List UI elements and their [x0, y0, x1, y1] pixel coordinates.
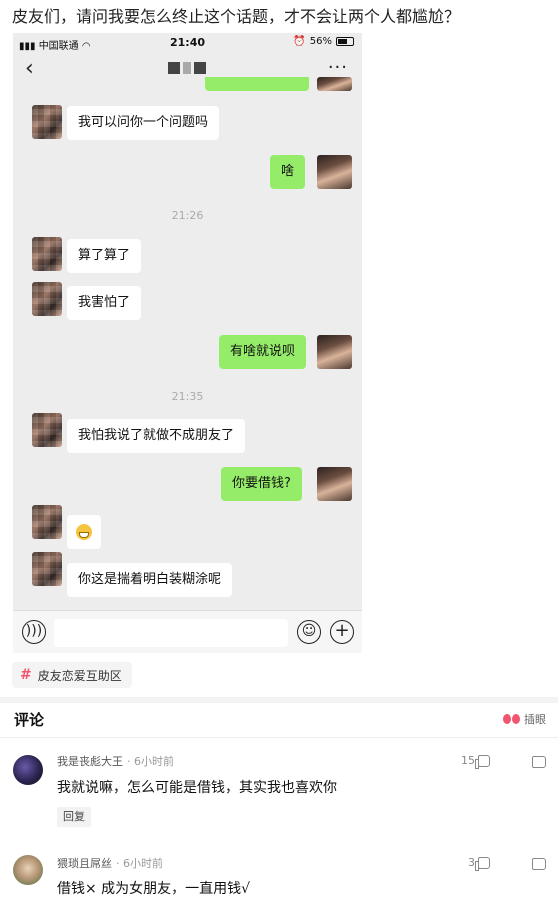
message-bubble: 我可以问你一个问题吗 [67, 106, 220, 140]
comment-username[interactable]: 猥琐且屌丝 · 6小时前 [57, 855, 163, 871]
friend-avatar [32, 505, 62, 539]
my-avatar [317, 155, 352, 189]
like-count: 3 [468, 856, 475, 869]
status-right: ⏰ 56% [293, 36, 354, 47]
comments-header: 评论 [14, 711, 45, 729]
battery-percent: 56% [309, 36, 332, 47]
friend-avatar [32, 105, 62, 139]
chat-input-bar: ))) ☺ + [13, 610, 362, 653]
comment-text: 借钱× 成为女朋友，一直用钱√ [57, 881, 251, 897]
message-bubble: 我怕我说了就做不成朋友了 [67, 419, 246, 453]
timestamp: 21:26 [171, 209, 204, 222]
hashtag-icon: # [20, 667, 32, 683]
thumbs-up-icon [475, 856, 490, 871]
contact-name-pixelated [168, 62, 206, 74]
plus-icon: + [330, 620, 354, 644]
bookmark-button[interactable]: 插眼 [503, 711, 546, 727]
emoji-icon: ☺ [297, 620, 321, 644]
avatar[interactable] [13, 755, 43, 785]
message-bubble: 有啥就说呗 [219, 335, 307, 369]
avatar[interactable] [13, 855, 43, 885]
voice-icon: ))) [22, 620, 46, 644]
like-button[interactable]: 15 [461, 754, 490, 769]
comment-username[interactable]: 我是丧彪大王 · 6小时前 [57, 753, 174, 769]
friend-avatar [32, 282, 62, 316]
like-count: 15 [461, 754, 475, 767]
my-avatar [317, 467, 352, 501]
timestamp: 21:35 [171, 390, 204, 403]
alarm-icon: ⏰ [293, 36, 306, 47]
my-avatar [317, 77, 352, 91]
thumbs-down-icon[interactable] [532, 756, 546, 768]
chat-screenshot: ▮▮▮ 中国联通 ◠ 21:40 ⏰ 56% ‹ ··· 我可以问你一个问题吗 … [13, 33, 362, 653]
like-button[interactable]: 3 [468, 856, 490, 871]
comment-time: · 6小时前 [127, 755, 174, 768]
friend-avatar [32, 237, 62, 271]
emoji-bubble [67, 515, 101, 549]
grimace-emoji-icon [76, 523, 92, 540]
thumbs-up-icon [475, 754, 490, 769]
message-bubble: 啥 [270, 155, 306, 189]
message-bubble: 你这是揣着明白装糊涂呢 [67, 563, 233, 597]
back-icon: ‹ [25, 56, 34, 81]
section-divider [0, 697, 558, 703]
status-bar: ▮▮▮ 中国联通 ◠ 21:40 ⏰ 56% [13, 33, 362, 53]
comment-time: · 6小时前 [116, 857, 163, 870]
topic-tag-label: 皮友恋爱互助区 [37, 668, 122, 683]
message-bubble: 我害怕了 [67, 286, 142, 320]
more-icon: ··· [327, 57, 348, 78]
comment-text: 我就说嘛，怎么可能是借钱，其实我也喜欢你 [57, 780, 337, 796]
message-bubble: 算了算了 [67, 239, 142, 273]
divider [0, 737, 558, 738]
reply-button[interactable]: 回复 [57, 807, 91, 827]
friend-avatar [32, 413, 62, 447]
battery-icon [336, 37, 354, 46]
friend-avatar [32, 552, 62, 586]
chat-navbar: ‹ ··· [13, 53, 362, 87]
post-title: 皮友们，请问我要怎么终止这个话题，才不会让两个人都尴尬？ [12, 7, 461, 26]
eyes-icon [503, 714, 521, 724]
message-bubble: 你要借钱? [221, 467, 302, 501]
my-avatar [317, 335, 352, 369]
partial-bubble [205, 77, 309, 91]
chat-input-field [54, 619, 288, 647]
bookmark-label: 插眼 [524, 713, 546, 726]
topic-tag[interactable]: # 皮友恋爱互助区 [12, 662, 132, 688]
thumbs-down-icon[interactable] [532, 858, 546, 870]
